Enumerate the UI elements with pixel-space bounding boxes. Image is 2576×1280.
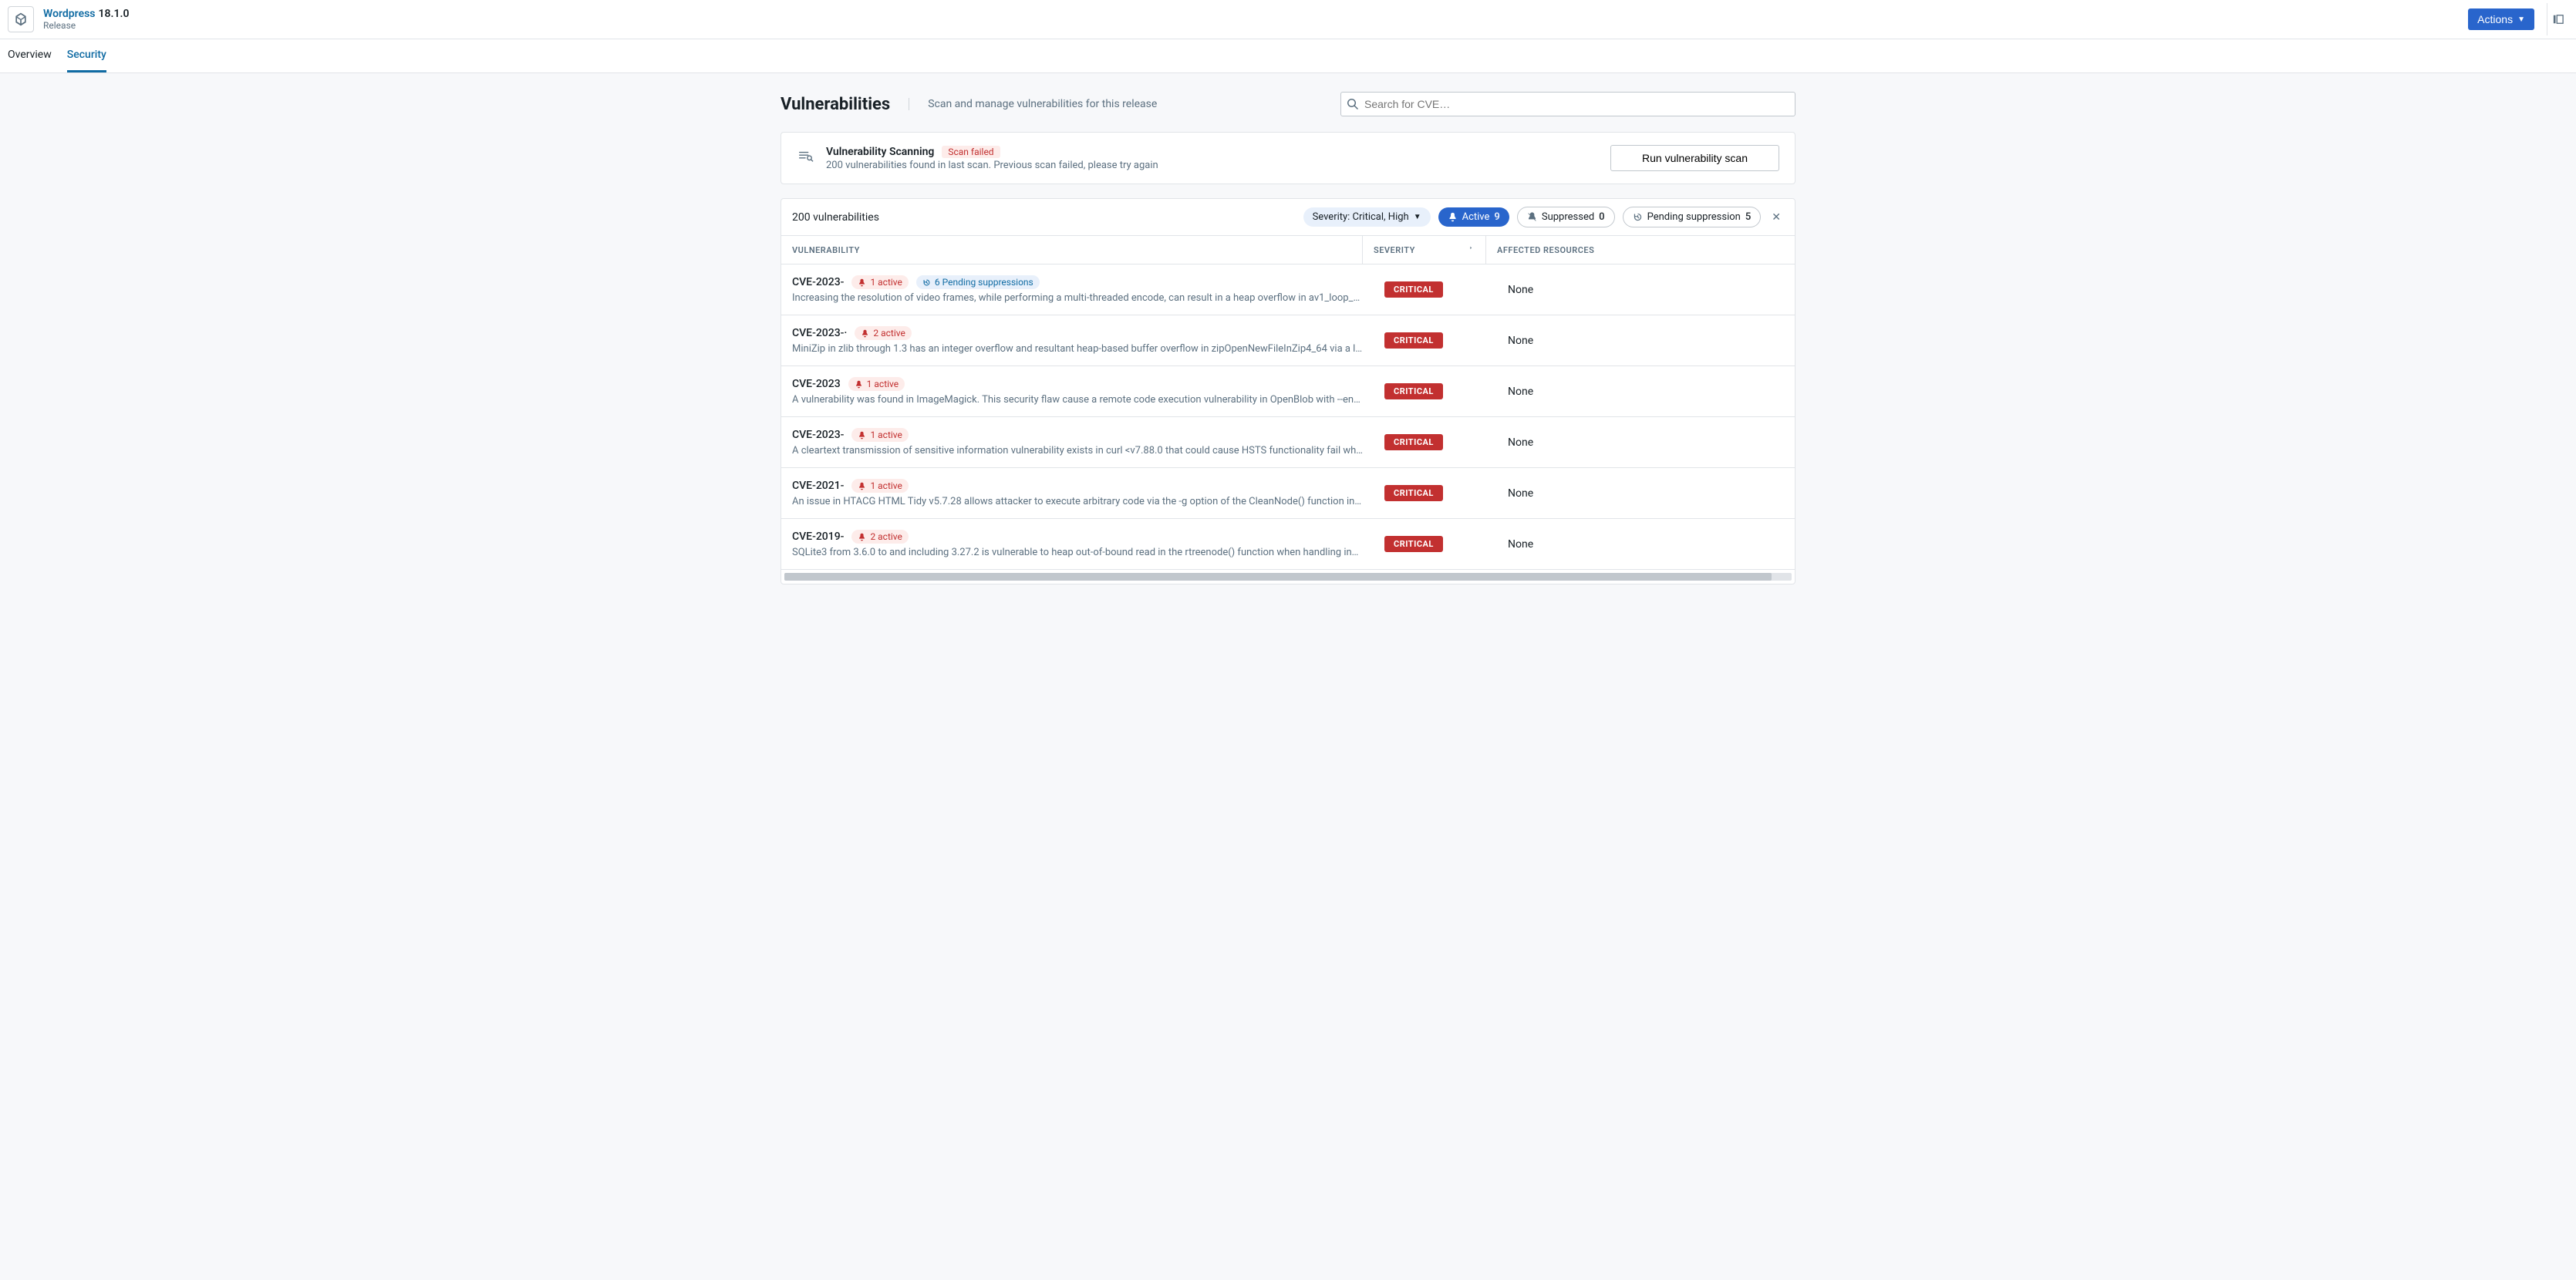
cve-id[interactable]: CVE-2019- — [792, 531, 844, 543]
horizontal-scrollbar[interactable] — [784, 573, 1792, 581]
actions-button[interactable]: Actions ▼ — [2468, 8, 2534, 30]
affected-resources: None — [1497, 417, 1795, 467]
active-chip[interactable]: 2 active — [851, 530, 908, 544]
cve-id[interactable]: CVE-2023-· — [792, 327, 847, 339]
cve-description: Increasing the resolution of video frame… — [792, 292, 1363, 304]
col-vulnerability[interactable]: VULNERABILITY — [781, 236, 1363, 264]
active-chip[interactable]: 1 active — [848, 377, 905, 391]
bell-slash-icon — [1527, 212, 1537, 222]
affected-resources: None — [1497, 519, 1795, 569]
search-input[interactable] — [1340, 92, 1795, 116]
pending-chip[interactable]: 6 Pending suppressions — [916, 275, 1040, 289]
chevron-down-icon: ▼ — [1414, 213, 1421, 221]
vulnerability-table: 200 vulnerabilities Severity: Critical, … — [781, 198, 1795, 584]
vuln-count: 200 vulnerabilities — [792, 211, 879, 224]
caret-down-icon: ▼ — [2517, 15, 2525, 24]
cve-description: MiniZip in zlib through 1.3 has an integ… — [792, 343, 1363, 355]
clear-filters-button[interactable]: ✕ — [1768, 208, 1784, 227]
cve-description: SQLite3 from 3.6.0 to and including 3.27… — [792, 547, 1363, 558]
active-chip[interactable]: 1 active — [851, 428, 908, 442]
active-chip[interactable]: 2 active — [855, 326, 911, 340]
side-panel-toggle-icon[interactable] — [2547, 3, 2568, 35]
severity-badge: CRITICAL — [1384, 536, 1443, 552]
title-block: Wordpress 18.1.0 Release — [43, 8, 129, 31]
bell-icon — [1448, 212, 1458, 222]
table-row[interactable]: CVE-2019- 2 active SQLite3 from 3.6.0 to a… — [781, 519, 1795, 570]
affected-resources: None — [1497, 315, 1795, 365]
col-severity[interactable]: SEVERITY — [1363, 236, 1486, 264]
filter-active-label: Active — [1462, 211, 1490, 223]
tab-overview[interactable]: Overview — [8, 39, 52, 72]
table-row[interactable]: CVE-2023- 1 active 6 Pending suppressions I… — [781, 264, 1795, 315]
severity-badge: CRITICAL — [1384, 485, 1443, 501]
page-head: Vulnerabilities Scan and manage vulnerab… — [781, 92, 1795, 116]
page-title: Vulnerabilities — [781, 95, 890, 114]
filter-suppressed[interactable]: Suppressed 0 — [1517, 207, 1615, 227]
affected-resources: None — [1497, 366, 1795, 416]
active-chip[interactable]: 1 active — [851, 275, 908, 289]
scan-status-icon — [797, 148, 814, 168]
active-chip[interactable]: 1 active — [851, 479, 908, 493]
scan-failed-badge: Scan failed — [942, 146, 1000, 158]
cve-id[interactable]: CVE-2023- — [792, 276, 844, 288]
search-wrap — [1340, 92, 1795, 116]
header-left: Wordpress 18.1.0 Release — [8, 6, 129, 32]
content-area: Vulnerabilities Scan and manage vulnerab… — [0, 73, 2576, 603]
filter-active-count: 9 — [1494, 211, 1499, 223]
table-row[interactable]: CVE-2023- 1 active A cleartext transmissio… — [781, 417, 1795, 468]
cve-description: A cleartext transmission of sensitive in… — [792, 445, 1363, 456]
actions-label: Actions — [2477, 13, 2513, 25]
app-header: Wordpress 18.1.0 Release Actions ▼ — [0, 0, 2576, 39]
cve-description: A vulnerability was found in ImageMagick… — [792, 394, 1363, 406]
scan-subtitle: 200 vulnerabilities found in last scan. … — [826, 160, 1598, 171]
run-scan-button[interactable]: Run vulnerability scan — [1610, 145, 1779, 171]
page-description: Scan and manage vulnerabilities for this… — [909, 98, 1157, 110]
scan-title: Vulnerability Scanning — [826, 146, 934, 158]
table-row[interactable]: CVE-2021- 1 active An issue in HTACG HTML … — [781, 468, 1795, 519]
header-right: Actions ▼ — [2468, 3, 2568, 35]
tab-bar: Overview Security — [0, 39, 2576, 73]
affected-resources: None — [1497, 468, 1795, 518]
scan-panel: Vulnerability Scanning Scan failed 200 v… — [781, 132, 1795, 184]
cve-id[interactable]: CVE-2023- — [792, 429, 844, 441]
table-row[interactable]: CVE-2023 1 active A vulnerability was foun… — [781, 366, 1795, 417]
filter-suppressed-count: 0 — [1599, 211, 1604, 223]
release-icon[interactable] — [8, 6, 34, 32]
filter-pending-label: Pending suppression — [1647, 211, 1741, 223]
severity-badge: CRITICAL — [1384, 434, 1443, 450]
cve-id[interactable]: CVE-2023 — [792, 378, 841, 390]
severity-filter[interactable]: Severity: Critical, High ▼ — [1303, 207, 1431, 227]
affected-resources: None — [1497, 264, 1795, 315]
app-subtitle: Release — [43, 20, 129, 31]
cve-description: An issue in HTACG HTML Tidy v5.7.28 allo… — [792, 496, 1363, 507]
col-affected[interactable]: AFFECTED RESOURCES — [1486, 236, 1795, 264]
table-toolbar: 200 vulnerabilities Severity: Critical, … — [781, 199, 1795, 235]
severity-badge: CRITICAL — [1384, 383, 1443, 399]
tab-security[interactable]: Security — [67, 39, 106, 72]
history-icon — [1633, 212, 1643, 222]
table-header: VULNERABILITY SEVERITY AFFECTED RESOURCE… — [781, 235, 1795, 264]
cve-id[interactable]: CVE-2021- — [792, 480, 844, 492]
app-name[interactable]: Wordpress — [43, 8, 96, 20]
filter-pending-count: 5 — [1745, 211, 1751, 223]
severity-badge: CRITICAL — [1384, 281, 1443, 298]
filter-suppressed-label: Suppressed — [1542, 211, 1594, 223]
search-icon — [1347, 98, 1359, 110]
filter-active[interactable]: Active 9 — [1438, 207, 1509, 227]
table-row[interactable]: CVE-2023-· 2 active MiniZip in zlib throug… — [781, 315, 1795, 366]
table-body[interactable]: CVE-2023- 1 active 6 Pending suppressions I… — [781, 264, 1795, 570]
sort-icon[interactable] — [1459, 242, 1475, 258]
app-version: 18.1.0 — [99, 8, 130, 20]
severity-filter-label: Severity: Critical, High — [1313, 211, 1409, 223]
filter-pending[interactable]: Pending suppression 5 — [1623, 207, 1762, 227]
severity-badge: CRITICAL — [1384, 332, 1443, 349]
